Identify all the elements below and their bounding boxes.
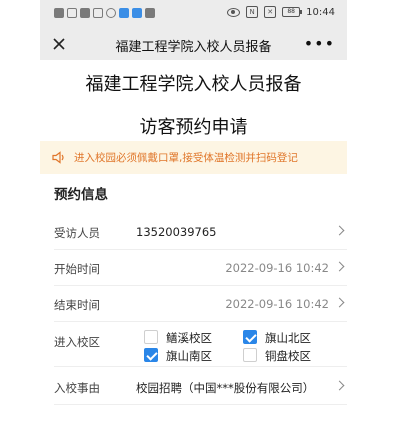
start-time-value: 2022-09-16 10:42 [225,261,329,275]
chevron-right-icon [334,380,345,391]
status-icons-left [54,8,155,18]
message-icon [80,8,90,18]
card-icon [93,8,103,18]
sim-icon [54,8,64,18]
campus-option-label: 铜盘校区 [265,349,311,363]
nav-bar: 福建工程学院入校人员报备 ••• [40,28,347,60]
nfc-icon: N [246,6,259,18]
campus-option-label: 旗山南区 [166,349,212,363]
qq-icon [119,8,129,18]
checkbox[interactable] [243,348,257,362]
mute-icon: ✕ [264,6,277,18]
host-label: 受访人员 [54,226,100,240]
status-icons-right: N ✕ 88 10:44 [227,6,335,18]
start-time-label: 开始时间 [54,262,100,276]
page-title: 福建工程学院入校人员报备 [85,74,302,95]
status-bar: N ✕ 88 10:44 [40,0,347,28]
more-notifications-icon [145,8,155,18]
share-icon [132,8,142,18]
checkbox-checked[interactable] [243,330,257,344]
app-icon [106,8,116,18]
section-title: 预约信息 [54,187,108,203]
campus-label: 进入校区 [54,335,100,349]
phone-screen: N ✕ 88 10:44 福建工程学院入校人员报备 ••• 福建工程学院入校人员… [40,0,347,433]
campus-option-label: 旗山北区 [265,331,311,345]
reason-label: 入校事由 [54,381,100,395]
campus-option-label: 鳝溪校区 [166,331,212,345]
reason-value: 校园招聘（中国***股份有限公司） [136,381,315,395]
clock: 10:44 [306,6,335,18]
reason-row[interactable]: 入校事由 校园招聘（中国***股份有限公司） [54,370,347,405]
eye-icon [227,7,241,17]
page-subtitle: 访客预约申请 [139,117,248,138]
more-menu-icon[interactable]: ••• [304,34,335,53]
battery-icon: 88 [282,7,303,17]
checkbox-checked[interactable] [144,348,158,362]
chevron-right-icon [334,297,345,308]
notification-icon [67,8,77,18]
host-value: 13520039765 [136,225,217,239]
chevron-right-icon [334,225,345,236]
speaker-icon [52,151,64,164]
end-time-value: 2022-09-16 10:42 [225,297,329,311]
host-row[interactable]: 受访人员 13520039765 [54,215,347,250]
campus-row: 进入校区 鳝溪校区 旗山北区 旗山南区 铜盘校区 [54,322,347,367]
end-time-row[interactable]: 结束时间 2022-09-16 10:42 [54,287,347,322]
end-time-label: 结束时间 [54,298,100,312]
notice-text: 进入校园必须佩戴口罩,接受体温检测并扫码登记 [74,152,298,164]
nav-title: 福建工程学院入校人员报备 [115,40,272,55]
start-time-row[interactable]: 开始时间 2022-09-16 10:42 [54,251,347,286]
chevron-right-icon [334,261,345,272]
notice-bar: 进入校园必须佩戴口罩,接受体温检测并扫码登记 [40,141,347,174]
checkbox[interactable] [144,330,158,344]
